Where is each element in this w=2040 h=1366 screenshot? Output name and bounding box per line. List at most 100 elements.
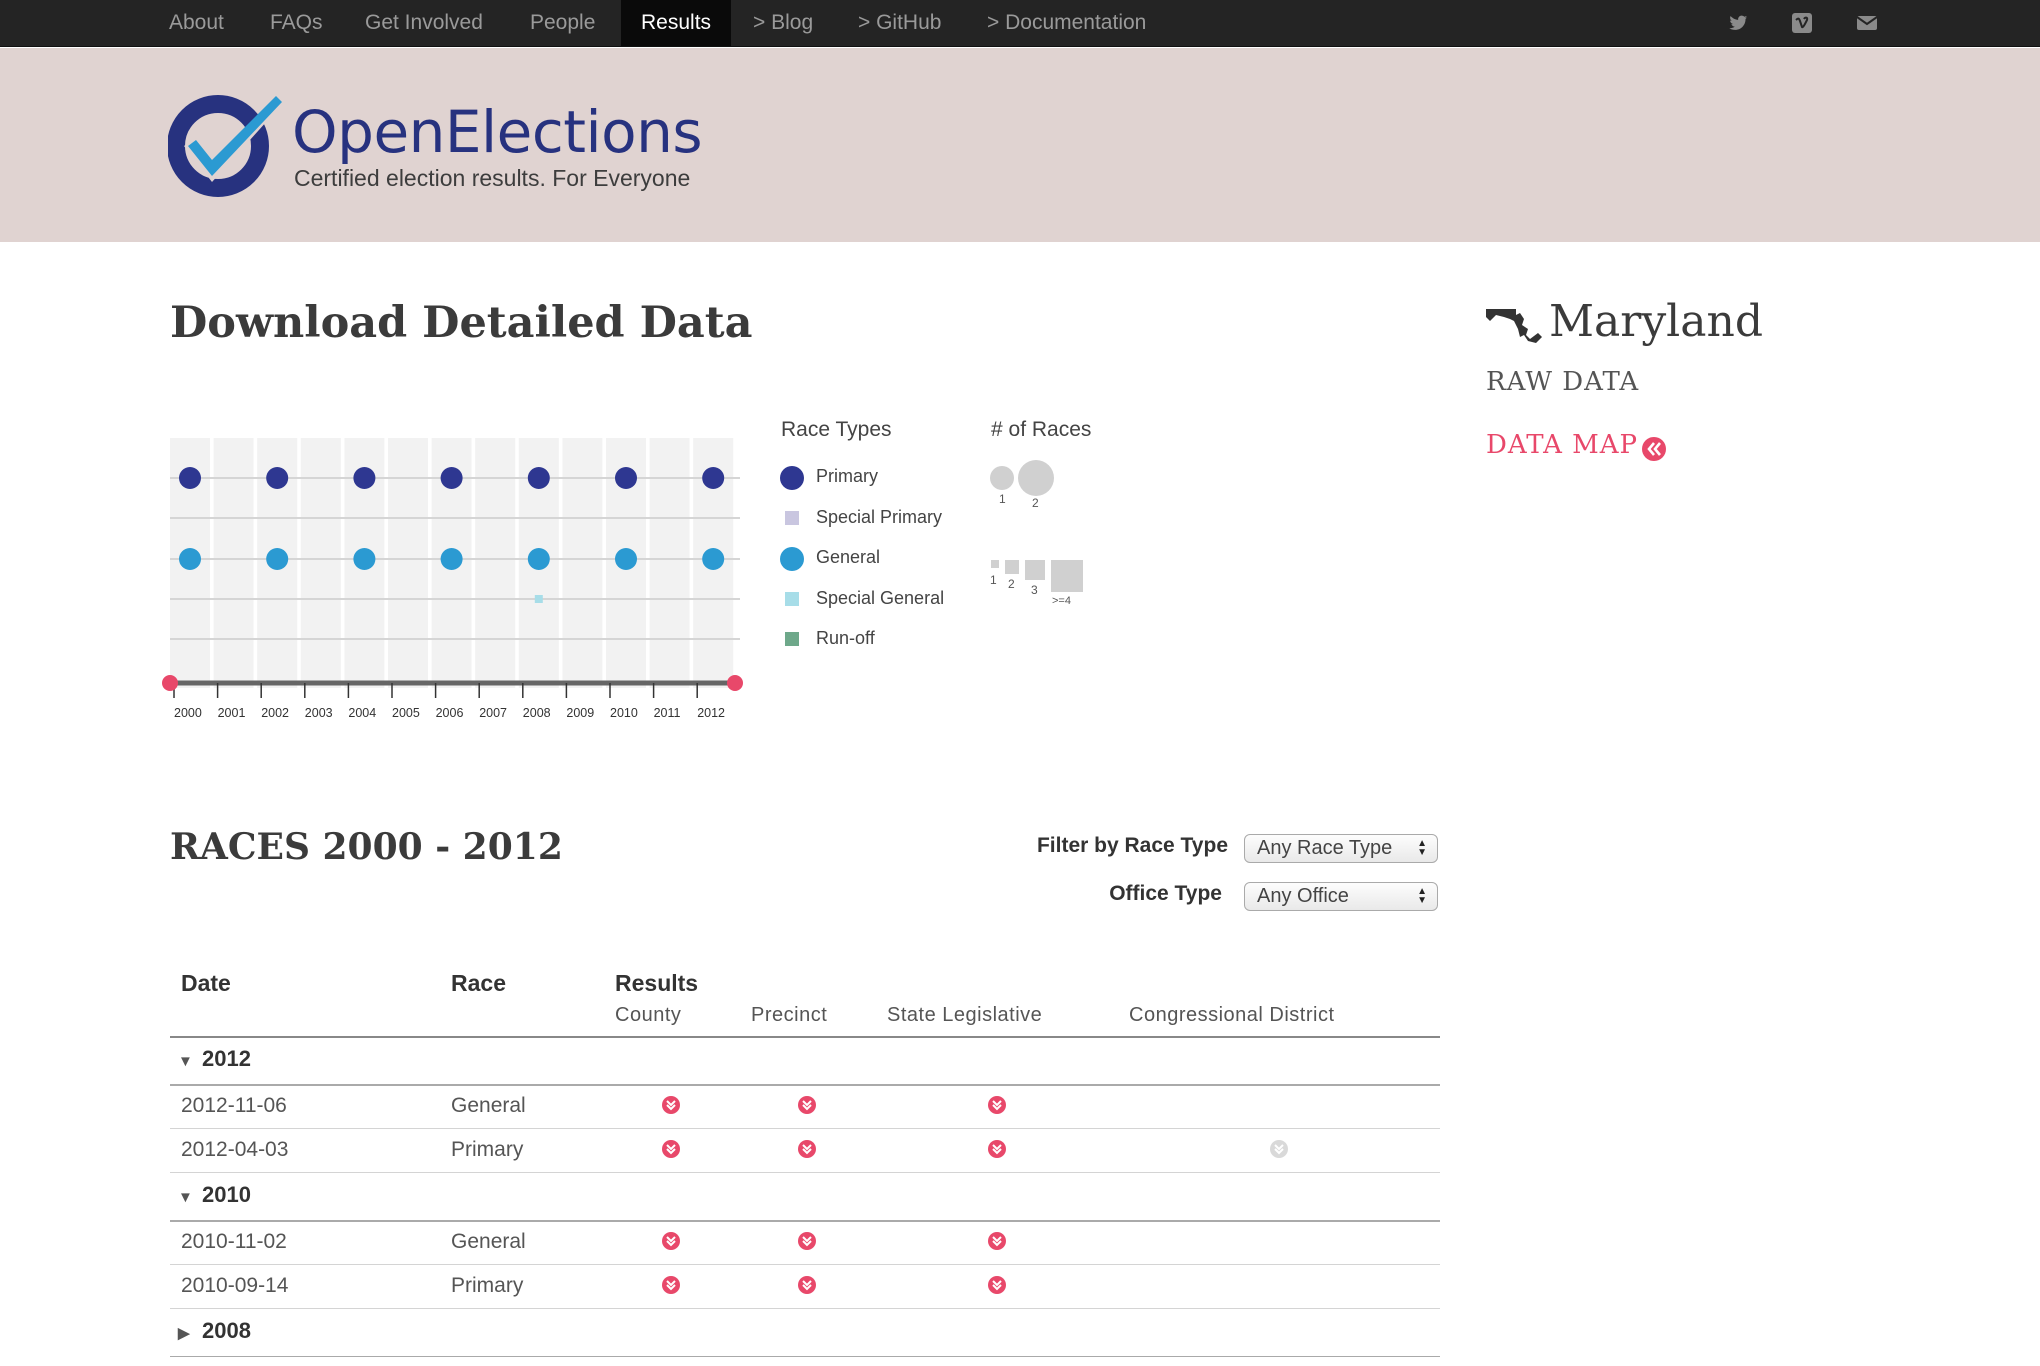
size-circle-2 xyxy=(1018,460,1054,496)
column-county: County xyxy=(615,1004,682,1026)
year-group-2010[interactable]: ▼ 2010 xyxy=(178,1182,251,1208)
race-date: 2012-11-06 xyxy=(181,1094,287,1117)
race-mark-general xyxy=(179,548,201,570)
column-state-legislative: State Legislative xyxy=(887,1004,1043,1026)
row-divider xyxy=(170,1264,1440,1265)
axis-tick-label: 2007 xyxy=(479,706,507,720)
data-map-link[interactable]: DATA MAP xyxy=(1486,430,1638,460)
race-date: 2012-04-03 xyxy=(181,1138,289,1161)
nav-about[interactable]: About xyxy=(169,0,224,46)
year-group-2012[interactable]: ▼ 2012 xyxy=(178,1046,251,1072)
select-arrows-icon: ▲ ▼ xyxy=(1417,838,1427,858)
axis-tick-label: 2009 xyxy=(566,706,594,720)
axis-tick-label: 2002 xyxy=(261,706,289,720)
double-chevron-left-icon[interactable] xyxy=(1641,436,1667,467)
size-square-2 xyxy=(1005,560,1019,574)
race-type: General xyxy=(451,1094,526,1117)
race-type: Primary xyxy=(451,1274,524,1297)
year-column-bg xyxy=(213,438,254,688)
nav-github[interactable]: > GitHub xyxy=(858,0,941,46)
download-state-legislative-icon[interactable] xyxy=(988,1140,1006,1158)
race-mark-general xyxy=(266,548,289,570)
legend-special-general: Special General xyxy=(816,588,945,608)
size-circle-label-1: 1 xyxy=(999,492,1006,506)
download-county-icon[interactable] xyxy=(662,1276,680,1294)
download-state-legislative-icon[interactable] xyxy=(988,1276,1006,1294)
row-divider xyxy=(170,1308,1440,1309)
download-county-icon[interactable] xyxy=(662,1232,680,1250)
year-column-bg xyxy=(388,438,428,688)
year-column-bg xyxy=(475,438,516,688)
nav-documentation[interactable]: > Documentation xyxy=(987,0,1146,46)
state-name: Maryland xyxy=(1549,296,1763,347)
nav-faqs[interactable]: FAQs xyxy=(270,0,323,46)
row-divider xyxy=(170,1220,1440,1222)
legend-general-marker xyxy=(780,547,804,571)
expanded-triangle-icon: ▼ xyxy=(178,1189,193,1206)
legend-primary-marker xyxy=(780,466,804,490)
office-type-select[interactable]: Any Office ▲ ▼ xyxy=(1244,882,1438,911)
year-group-2008[interactable]: ▶ 2008 xyxy=(178,1318,251,1344)
race-mark-general xyxy=(702,548,725,570)
page-title: Download Detailed Data xyxy=(170,298,753,348)
race-mark-primary xyxy=(179,467,201,489)
row-divider xyxy=(170,1084,1440,1086)
collapsed-triangle-icon: ▶ xyxy=(178,1325,190,1342)
size-square-label-4: >=4 xyxy=(1052,595,1071,607)
download-state-legislative-icon[interactable] xyxy=(988,1096,1006,1114)
race-type-select-value: Any Race Type xyxy=(1257,837,1393,859)
office-type-select-value: Any Office xyxy=(1257,885,1349,907)
site-title[interactable]: OpenElections xyxy=(292,98,703,166)
top-nav: About FAQs Get Involved People Results >… xyxy=(0,0,2040,47)
vimeo-icon[interactable] xyxy=(1791,12,1813,34)
download-precinct-icon[interactable] xyxy=(798,1276,816,1294)
size-square-3 xyxy=(1025,560,1045,580)
envelope-icon[interactable] xyxy=(1856,12,1878,34)
legend-runoff: Run-off xyxy=(816,628,875,648)
nav-results[interactable]: Results xyxy=(621,0,732,46)
legend-primary: Primary xyxy=(816,466,878,486)
range-end-handle[interactable] xyxy=(727,675,743,691)
race-type-select[interactable]: Any Race Type ▲ ▼ xyxy=(1244,834,1438,863)
race-date: 2010-11-02 xyxy=(181,1230,287,1253)
download-state-legislative-icon[interactable] xyxy=(988,1232,1006,1250)
nav-people[interactable]: People xyxy=(530,0,595,46)
race-date: 2010-09-14 xyxy=(181,1274,289,1297)
race-mark-general xyxy=(353,548,376,570)
download-precinct-icon[interactable] xyxy=(798,1232,816,1250)
race-mark-primary xyxy=(440,467,463,489)
row-divider xyxy=(170,1128,1440,1129)
size-square-label-1: 1 xyxy=(990,573,997,587)
race-type: General xyxy=(451,1230,526,1253)
size-square-label-2: 2 xyxy=(1008,577,1015,591)
openelections-logo-icon[interactable] xyxy=(167,90,288,205)
year-label: 2012 xyxy=(202,1046,251,1071)
maryland-state-icon xyxy=(1486,307,1542,348)
axis-tick-label: 2000 xyxy=(174,706,202,720)
twitter-icon[interactable] xyxy=(1727,12,1749,34)
download-county-icon[interactable] xyxy=(662,1096,680,1114)
year-column-bg xyxy=(649,438,690,688)
year-label: 2008 xyxy=(202,1318,251,1343)
column-date: Date xyxy=(181,970,231,996)
size-circle-1 xyxy=(990,466,1014,490)
range-start-handle[interactable] xyxy=(162,675,178,691)
legend-special-primary: Special Primary xyxy=(816,507,943,527)
filter-race-type-label: Filter by Race Type xyxy=(1036,834,1228,857)
legend-special-primary-marker xyxy=(785,511,799,525)
download-precinct-icon[interactable] xyxy=(798,1096,816,1114)
race-mark-primary xyxy=(527,467,550,489)
race-mark-special-general xyxy=(534,595,543,603)
race-type: Primary xyxy=(451,1138,524,1161)
axis-tick-label: 2001 xyxy=(218,706,246,720)
year-label: 2010 xyxy=(202,1182,251,1207)
num-races-legend-title: # of Races xyxy=(991,418,1092,441)
axis-tick-label: 2012 xyxy=(697,706,725,720)
year-column-bg xyxy=(300,438,341,688)
download-precinct-icon[interactable] xyxy=(798,1140,816,1158)
download-county-icon[interactable] xyxy=(662,1140,680,1158)
axis-tick-label: 2003 xyxy=(305,706,333,720)
nav-get-involved[interactable]: Get Involved xyxy=(365,0,483,46)
nav-blog[interactable]: > Blog xyxy=(753,0,813,46)
race-mark-general xyxy=(440,548,463,570)
